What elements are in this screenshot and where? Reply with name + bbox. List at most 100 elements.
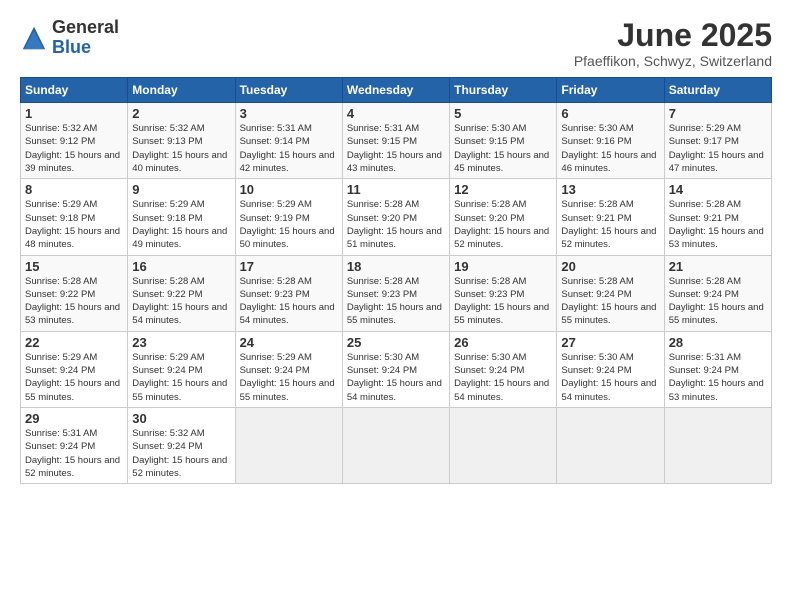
day-info: Sunrise: 5:29 AMSunset: 9:18 PMDaylight:… [132,199,227,250]
main-title: June 2025 [574,18,772,53]
table-row: 13 Sunrise: 5:28 AMSunset: 9:21 PMDayligh… [557,179,664,255]
table-row [450,407,557,483]
day-info: Sunrise: 5:29 AMSunset: 9:19 PMDaylight:… [240,199,335,250]
calendar-table: Sunday Monday Tuesday Wednesday Thursday… [20,77,772,484]
table-row: 25Sunrise: 5:30 AMSunset: 9:24 PMDayligh… [342,331,449,407]
day-number: 16 [132,259,230,274]
table-row: 18 Sunrise: 5:28 AMSunset: 9:23 PMDayligh… [342,255,449,331]
logo: General Blue [20,18,119,58]
week-row-1: 1 Sunrise: 5:32 AMSunset: 9:12 PMDaylight… [21,103,772,179]
day-info: Sunrise: 5:29 AMSunset: 9:24 PMDaylight:… [132,352,227,403]
week-row-2: 8Sunrise: 5:29 AMSunset: 9:18 PMDaylight… [21,179,772,255]
day-number: 14 [669,182,767,197]
col-thursday: Thursday [450,78,557,103]
day-info: Sunrise: 5:28 AMSunset: 9:24 PMDaylight:… [561,276,656,327]
logo-text-blue: Blue [52,37,91,57]
header: General Blue June 2025 Pfaeffikon, Schwy… [20,18,772,69]
header-row: Sunday Monday Tuesday Wednesday Thursday… [21,78,772,103]
day-number: 6 [561,106,659,121]
day-info: Sunrise: 5:28 AMSunset: 9:23 PMDaylight:… [240,276,335,327]
table-row: 2Sunrise: 5:32 AMSunset: 9:13 PMDaylight… [128,103,235,179]
col-sunday: Sunday [21,78,128,103]
col-tuesday: Tuesday [235,78,342,103]
day-info: Sunrise: 5:30 AMSunset: 9:24 PMDaylight:… [347,352,442,403]
table-row: 20 Sunrise: 5:28 AMSunset: 9:24 PMDayligh… [557,255,664,331]
day-info: Sunrise: 5:30 AMSunset: 9:24 PMDaylight:… [561,352,656,403]
day-info: Sunrise: 5:32 AMSunset: 9:24 PMDaylight:… [132,428,227,479]
day-info: Sunrise: 5:28 AMSunset: 9:24 PMDaylight:… [669,276,764,327]
title-block: June 2025 Pfaeffikon, Schwyz, Switzerlan… [574,18,772,69]
table-row: 10 Sunrise: 5:29 AMSunset: 9:19 PMDayligh… [235,179,342,255]
table-row: 16 Sunrise: 5:28 AMSunset: 9:22 PMDayligh… [128,255,235,331]
table-row: 1 Sunrise: 5:32 AMSunset: 9:12 PMDaylight… [21,103,128,179]
table-row [557,407,664,483]
table-row: 3Sunrise: 5:31 AMSunset: 9:14 PMDaylight… [235,103,342,179]
day-info: Sunrise: 5:28 AMSunset: 9:23 PMDaylight:… [347,276,442,327]
table-row: 22Sunrise: 5:29 AMSunset: 9:24 PMDayligh… [21,331,128,407]
table-row: 4 Sunrise: 5:31 AMSunset: 9:15 PMDaylight… [342,103,449,179]
day-info: Sunrise: 5:28 AMSunset: 9:22 PMDaylight:… [132,276,227,327]
calendar-page: General Blue June 2025 Pfaeffikon, Schwy… [0,0,792,612]
day-number: 30 [132,411,230,426]
day-number: 22 [25,335,123,350]
table-row: 14 Sunrise: 5:28 AMSunset: 9:21 PMDayligh… [664,179,771,255]
table-row: 6Sunrise: 5:30 AMSunset: 9:16 PMDaylight… [557,103,664,179]
table-row: 30 Sunrise: 5:32 AMSunset: 9:24 PMDayligh… [128,407,235,483]
table-row: 27 Sunrise: 5:30 AMSunset: 9:24 PMDayligh… [557,331,664,407]
table-row [235,407,342,483]
day-number: 11 [347,182,445,197]
day-number: 18 [347,259,445,274]
day-number: 7 [669,106,767,121]
day-number: 17 [240,259,338,274]
col-monday: Monday [128,78,235,103]
week-row-3: 15 Sunrise: 5:28 AMSunset: 9:22 PMDayligh… [21,255,772,331]
table-row: 26 Sunrise: 5:30 AMSunset: 9:24 PMDayligh… [450,331,557,407]
table-row: 9 Sunrise: 5:29 AMSunset: 9:18 PMDaylight… [128,179,235,255]
day-number: 29 [25,411,123,426]
day-number: 10 [240,182,338,197]
subtitle: Pfaeffikon, Schwyz, Switzerland [574,53,772,69]
day-number: 28 [669,335,767,350]
day-info: Sunrise: 5:31 AMSunset: 9:15 PMDaylight:… [347,123,442,174]
day-number: 9 [132,182,230,197]
day-number: 26 [454,335,552,350]
day-number: 13 [561,182,659,197]
col-saturday: Saturday [664,78,771,103]
table-row: 15 Sunrise: 5:28 AMSunset: 9:22 PMDayligh… [21,255,128,331]
table-row: 19Sunrise: 5:28 AMSunset: 9:23 PMDayligh… [450,255,557,331]
day-info: Sunrise: 5:31 AMSunset: 9:24 PMDaylight:… [25,428,120,479]
table-row: 17 Sunrise: 5:28 AMSunset: 9:23 PMDayligh… [235,255,342,331]
table-row: 8Sunrise: 5:29 AMSunset: 9:18 PMDaylight… [21,179,128,255]
week-row-5: 29 Sunrise: 5:31 AMSunset: 9:24 PMDayligh… [21,407,772,483]
day-info: Sunrise: 5:28 AMSunset: 9:23 PMDaylight:… [454,276,549,327]
logo-icon [20,24,48,52]
day-number: 21 [669,259,767,274]
day-info: Sunrise: 5:28 AMSunset: 9:21 PMDaylight:… [669,199,764,250]
day-number: 27 [561,335,659,350]
day-number: 12 [454,182,552,197]
day-info: Sunrise: 5:29 AMSunset: 9:24 PMDaylight:… [240,352,335,403]
day-info: Sunrise: 5:28 AMSunset: 9:22 PMDaylight:… [25,276,120,327]
day-info: Sunrise: 5:31 AMSunset: 9:14 PMDaylight:… [240,123,335,174]
day-info: Sunrise: 5:28 AMSunset: 9:20 PMDaylight:… [454,199,549,250]
day-number: 5 [454,106,552,121]
day-info: Sunrise: 5:32 AMSunset: 9:13 PMDaylight:… [132,123,227,174]
table-row: 5 Sunrise: 5:30 AMSunset: 9:15 PMDaylight… [450,103,557,179]
day-info: Sunrise: 5:30 AMSunset: 9:24 PMDaylight:… [454,352,549,403]
day-info: Sunrise: 5:29 AMSunset: 9:18 PMDaylight:… [25,199,120,250]
col-wednesday: Wednesday [342,78,449,103]
day-info: Sunrise: 5:32 AMSunset: 9:12 PMDaylight:… [25,123,120,174]
day-number: 1 [25,106,123,121]
col-friday: Friday [557,78,664,103]
table-row: 21 Sunrise: 5:28 AMSunset: 9:24 PMDayligh… [664,255,771,331]
day-number: 4 [347,106,445,121]
table-row: 12 Sunrise: 5:28 AMSunset: 9:20 PMDayligh… [450,179,557,255]
day-number: 15 [25,259,123,274]
day-info: Sunrise: 5:31 AMSunset: 9:24 PMDaylight:… [669,352,764,403]
table-row [664,407,771,483]
day-info: Sunrise: 5:30 AMSunset: 9:15 PMDaylight:… [454,123,549,174]
day-info: Sunrise: 5:28 AMSunset: 9:21 PMDaylight:… [561,199,656,250]
day-number: 20 [561,259,659,274]
week-row-4: 22 Sunrise: 5:29 AMSunset: 9:24 PMDayligh… [21,331,772,407]
table-row: 28 Sunrise: 5:31 AMSunset: 9:24 PMDayligh… [664,331,771,407]
